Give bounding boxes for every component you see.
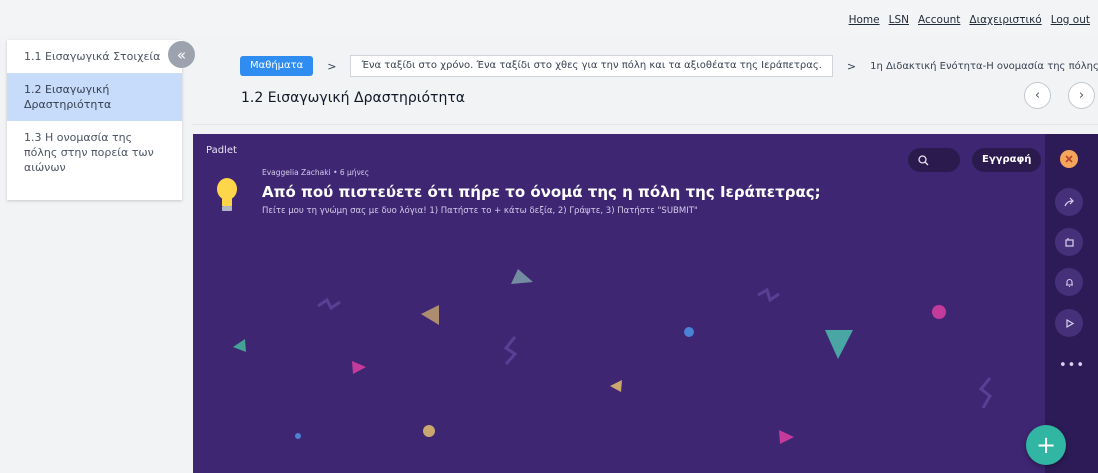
- sidebar-item-intro[interactable]: 1.1 Εισαγωγικά Στοιχεία: [7, 40, 182, 73]
- add-post-button[interactable]: +: [1026, 425, 1066, 465]
- breadcrumb-unit[interactable]: 1η Διδακτική Ενότητα-Η ονομασία της πόλη…: [870, 61, 1098, 72]
- top-bar: Home LSN Account Διαχειριστικό Log out: [0, 0, 1098, 34]
- zigzag-shape: [317, 297, 341, 311]
- padlet-search-button[interactable]: [908, 148, 960, 172]
- copy-icon: [1064, 237, 1074, 247]
- breadcrumb-separator: >: [846, 59, 857, 73]
- chevron-right-icon: ›: [1078, 88, 1085, 103]
- triangle-shape: [779, 430, 794, 444]
- padlet-author: Evaggelia Zachaki • 6 μήνες: [262, 168, 370, 177]
- share-button[interactable]: [1055, 188, 1083, 216]
- padlet-title: Από πού πιστεύετε ότι πήρε το όνομά της …: [262, 183, 821, 201]
- slideshow-button[interactable]: [1055, 309, 1083, 337]
- triangle-shape: [352, 361, 366, 374]
- sidebar: 1.1 Εισαγωγικά Στοιχεία 1.2 Εισαγωγική Δ…: [7, 40, 182, 200]
- breadcrumb-separator: >: [327, 59, 337, 73]
- previous-button[interactable]: ‹: [1024, 82, 1051, 109]
- bell-icon: [1065, 278, 1073, 287]
- avatar-face: [1065, 155, 1073, 163]
- next-button[interactable]: ›: [1068, 82, 1095, 109]
- double-chevron-left-icon: «: [176, 45, 187, 64]
- triangle-shape: [610, 380, 622, 392]
- circle-shape: [295, 433, 301, 439]
- zigzag-shape: [978, 377, 992, 409]
- nav-logout-link[interactable]: Log out: [1051, 14, 1090, 26]
- page-title: 1.2 Εισαγωγική Δραστηριότητα: [241, 90, 466, 106]
- padlet-instructions: Πείτε μου τη γνώμη σας με δυο λόγια! 1) …: [262, 206, 698, 216]
- signup-button[interactable]: Εγγραφή: [972, 148, 1042, 172]
- nav-admin-link[interactable]: Διαχειριστικό: [969, 14, 1041, 26]
- padlet-brand: Padlet: [206, 145, 237, 156]
- triangle-shape: [421, 305, 439, 325]
- breadcrumb-course[interactable]: Ένα ταξίδι στο χρόνο. Ένα ταξίδι στο χθε…: [350, 55, 833, 77]
- divider: [192, 124, 1098, 125]
- triangle-shape: [511, 269, 533, 284]
- nav-home-link[interactable]: Home: [849, 14, 880, 26]
- courses-button[interactable]: Μαθήματα: [240, 56, 314, 76]
- sidebar-item-activity[interactable]: 1.2 Εισαγωγική Δραστηριότητα: [7, 73, 182, 121]
- padlet-side-rail: [1045, 134, 1098, 473]
- top-nav: Home LSN Account Διαχειριστικό Log out: [849, 14, 1090, 26]
- triangle-shape: [825, 330, 853, 359]
- nav-lsn-link[interactable]: LSN: [889, 14, 909, 26]
- play-icon: [1065, 318, 1074, 328]
- avatar-icon[interactable]: [1060, 150, 1078, 168]
- notifications-button[interactable]: [1055, 268, 1083, 296]
- sidebar-item-city-name[interactable]: 1.3 Η ονομασία της πόλης στην πορεία των…: [7, 121, 182, 184]
- lightbulb-icon: [217, 178, 237, 211]
- nav-account-link[interactable]: Account: [918, 14, 960, 26]
- zigzag-shape: [757, 287, 780, 303]
- circle-shape: [932, 305, 946, 319]
- zigzag-shape: [503, 336, 518, 366]
- copy-button[interactable]: [1055, 228, 1083, 256]
- search-icon: [918, 154, 929, 165]
- collapse-sidebar-button[interactable]: «: [168, 41, 195, 68]
- more-options-button[interactable]: •••: [1059, 358, 1085, 373]
- circle-shape: [684, 327, 694, 337]
- share-icon: [1063, 197, 1074, 206]
- triangle-shape: [233, 339, 246, 352]
- chevron-left-icon: ‹: [1034, 88, 1041, 103]
- padlet-embed: Padlet Evaggelia Zachaki • 6 μήνες Από π…: [193, 134, 1098, 473]
- breadcrumb: Μαθήματα > Ένα ταξίδι στο χρόνο. Ένα ταξ…: [240, 55, 1098, 77]
- circle-shape: [423, 425, 435, 437]
